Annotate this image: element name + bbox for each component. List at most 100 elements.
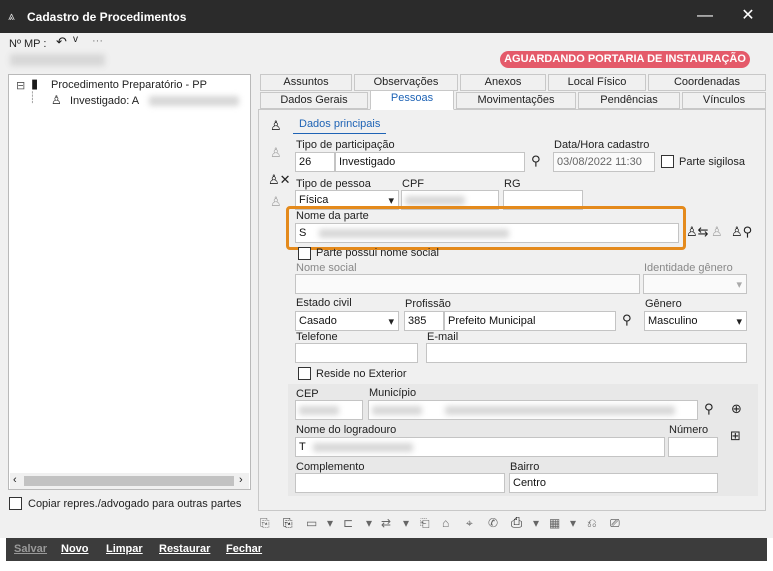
paste-doc-icon[interactable]: ⎘	[283, 516, 293, 531]
phone-icon[interactable]: ✆	[488, 516, 498, 530]
tipo-participacao-field[interactable]: Investigado	[335, 152, 525, 172]
hierarchy-icon[interactable]: ⊏	[343, 516, 353, 530]
close-icon[interactable]: ✕	[736, 6, 760, 26]
cpf-redacted	[405, 196, 465, 205]
tab-pessoas[interactable]: Pessoas	[370, 90, 454, 110]
tree-collapse-icon[interactable]: ⊟	[16, 79, 25, 92]
export-icon[interactable]: ⎚	[610, 516, 620, 531]
printer-icon[interactable]: ⎙	[511, 514, 522, 531]
chevron-down-icon: ▾	[388, 316, 394, 328]
tree-connector: ┊	[29, 92, 36, 104]
search-icon[interactable]: ⚲	[531, 153, 541, 169]
fechar-button[interactable]: Fechar	[226, 543, 262, 555]
person-search-icon[interactable]: ♙⚲	[731, 224, 752, 240]
salvar-button[interactable]: Salvar	[14, 543, 47, 555]
tab-coordenadas[interactable]: Coordenadas	[648, 74, 766, 91]
estado-civil-select[interactable]: Casado ▾	[295, 311, 399, 331]
limpar-button[interactable]: Limpar	[106, 543, 143, 555]
tipo-pessoa-value: Física	[299, 194, 329, 206]
tipo-pessoa-label: Tipo de pessoa	[296, 178, 371, 190]
tab-dados-gerais[interactable]: Dados Gerais	[260, 92, 368, 109]
logradouro-field[interactable]: T	[295, 437, 665, 457]
chevron-down-icon: ▾	[736, 316, 742, 328]
chevron-down-icon[interactable]: ▾	[403, 516, 409, 530]
complemento-label: Complemento	[296, 461, 365, 473]
profissao-field[interactable]: Prefeito Municipal	[444, 311, 616, 331]
tab-pendencias[interactable]: Pendências	[578, 92, 680, 109]
chevron-down-icon[interactable]: ▾	[570, 516, 576, 530]
tab-vinculos[interactable]: Vínculos	[682, 92, 766, 109]
person-link-icon[interactable]: ♙⇆	[686, 224, 709, 240]
undo-icon[interactable]: ↶	[56, 34, 67, 50]
add-person-icon[interactable]: ♙	[270, 118, 282, 134]
rg-label: RG	[504, 178, 521, 190]
search-person-icon[interactable]: ♙	[270, 194, 282, 210]
history-icon[interactable]: ⎌	[587, 516, 597, 531]
tree-scrollbar[interactable]: ‹ ›	[10, 473, 249, 489]
map-add-icon[interactable]: ⊞	[730, 428, 741, 444]
municipio-label: Município	[369, 387, 417, 399]
tab-anexos[interactable]: Anexos	[460, 74, 546, 91]
chevron-down-icon[interactable]: v	[73, 34, 78, 45]
title-bar: ⩓ Cadastro de Procedimentos — ✕	[0, 0, 773, 33]
window-title: Cadastro de Procedimentos	[27, 10, 187, 24]
copy-doc-icon[interactable]: ⎘	[260, 516, 270, 531]
chevron-down-icon: ▾	[736, 279, 742, 291]
tree-child-redacted	[149, 96, 239, 106]
numero-field[interactable]	[668, 437, 718, 457]
address-lookup-icon[interactable]: ⊕	[731, 401, 742, 417]
mp-label: Nº MP :	[9, 38, 47, 50]
folder-icon[interactable]: ▭	[306, 516, 317, 530]
nome-social-checkbox[interactable]	[298, 247, 311, 260]
genero-select[interactable]: Masculino ▾	[644, 311, 747, 331]
reside-exterior-checkbox[interactable]	[298, 367, 311, 380]
email-field[interactable]	[426, 343, 747, 363]
person-icon: ♙	[51, 93, 62, 107]
novo-button[interactable]: Novo	[61, 543, 89, 555]
tipo-participacao-code[interactable]: 26	[295, 152, 335, 172]
search-icon[interactable]: ⚲	[622, 312, 632, 328]
scroll-thumb[interactable]	[24, 476, 234, 486]
chevron-down-icon[interactable]: ▾	[533, 516, 539, 530]
profissao-code[interactable]: 385	[404, 311, 444, 331]
municipio-field[interactable]	[368, 400, 698, 420]
email-label: E-mail	[427, 331, 459, 343]
edit-person-icon[interactable]: ♙	[270, 145, 282, 161]
subtab-dados-principais[interactable]: Dados principais	[299, 118, 380, 130]
tree-child-label[interactable]: Investigado: A	[70, 95, 139, 107]
cpf-label: CPF	[402, 178, 424, 190]
cep-label: CEP	[296, 388, 319, 400]
chevron-down-icon[interactable]: ▾	[327, 516, 333, 530]
documents-icon[interactable]: ⎗	[420, 516, 430, 531]
nome-social-flag-label: Parte possui nome social	[316, 247, 439, 259]
calendar-icon[interactable]: ▦	[549, 516, 560, 530]
cep-field[interactable]	[295, 400, 363, 420]
chevron-down-icon[interactable]: ▾	[366, 516, 372, 530]
logradouro-redacted	[312, 442, 413, 452]
procedure-tree: ⊟ ▮ Procedimento Preparatório - PP ┊ ♙ I…	[8, 74, 251, 490]
copy-representative-checkbox[interactable]	[9, 497, 22, 510]
municipio-name-redacted	[445, 406, 676, 415]
person-history-icon[interactable]: ♙	[711, 224, 723, 240]
tab-local-fisico[interactable]: Local Físico	[548, 74, 646, 91]
status-badge: AGUARDANDO PORTARIA DE INSTAURAÇÃO	[500, 51, 750, 68]
attach-icon[interactable]: ⌖	[466, 516, 473, 531]
complemento-field[interactable]	[295, 473, 505, 493]
bairro-field[interactable]: Centro	[509, 473, 718, 493]
transfer-icon[interactable]: ⇄	[381, 516, 391, 530]
restaurar-button[interactable]: Restaurar	[159, 543, 210, 555]
tab-assuntos[interactable]: Assuntos	[260, 74, 352, 91]
tree-root-label[interactable]: Procedimento Preparatório - PP	[51, 79, 207, 91]
remove-person-icon[interactable]: ♙✕	[268, 172, 291, 188]
scroll-left-icon[interactable]: ‹	[13, 474, 17, 486]
more-icon[interactable]: ···	[92, 35, 103, 47]
open-folder-icon[interactable]: ⌂	[442, 516, 449, 530]
tab-observacoes[interactable]: Observações	[354, 74, 458, 91]
parte-sigilosa-checkbox[interactable]	[661, 155, 674, 168]
minimize-icon[interactable]: —	[693, 6, 717, 26]
nome-social-field	[295, 274, 640, 294]
search-icon[interactable]: ⚲	[704, 401, 714, 417]
telefone-field[interactable]	[295, 343, 418, 363]
scroll-right-icon[interactable]: ›	[239, 474, 243, 486]
tab-movimentacoes[interactable]: Movimentações	[456, 92, 576, 109]
